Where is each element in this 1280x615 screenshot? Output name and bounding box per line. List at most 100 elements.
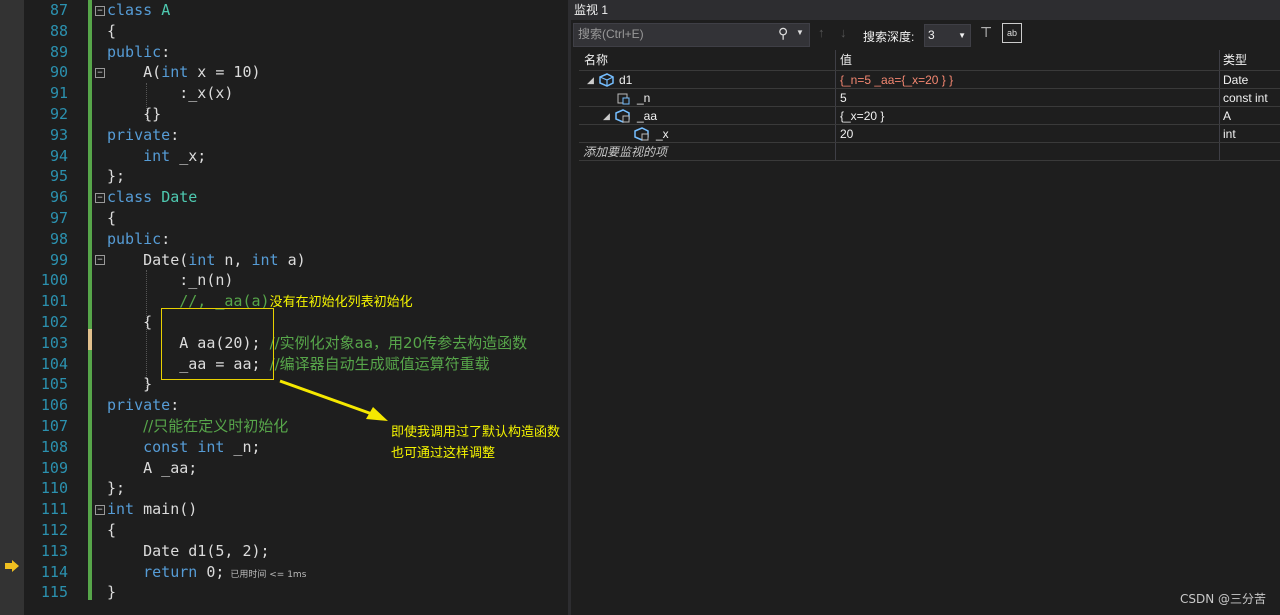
watch-type: Date bbox=[1223, 73, 1249, 87]
line-number: 87 bbox=[49, 1, 68, 19]
line-number: 95 bbox=[49, 167, 68, 186]
line-number: 102 bbox=[40, 312, 68, 331]
code-line: private: bbox=[107, 396, 180, 415]
watch-name: _x bbox=[656, 127, 669, 141]
code-line: } bbox=[107, 583, 117, 602]
code-line: { bbox=[107, 520, 117, 539]
collapse-triangle-icon[interactable]: ◢ bbox=[587, 71, 594, 89]
code-line: int _x; bbox=[143, 146, 207, 165]
watch-name: d1 bbox=[619, 73, 633, 87]
line-numbers: 87 88 89 90 91 92 93 94 95 96 97 98 99 1… bbox=[24, 0, 72, 603]
comment-text: //实例化对象aa，用20传参去构造函数 bbox=[269, 333, 528, 352]
code-line: {} bbox=[107, 104, 162, 123]
watch-type: int bbox=[1223, 127, 1236, 141]
collapse-icon[interactable]: − bbox=[95, 505, 105, 515]
watch-value[interactable]: 20 bbox=[840, 125, 853, 143]
object-field-icon bbox=[615, 109, 630, 123]
annotation-text: 没有在初始化列表初始化 bbox=[269, 295, 413, 311]
line-number: 100 bbox=[40, 271, 68, 290]
line-number: 91 bbox=[49, 84, 68, 103]
collapse-icon[interactable]: − bbox=[95, 68, 105, 78]
line-number: 107 bbox=[40, 416, 68, 435]
watch-type: A bbox=[1223, 109, 1232, 123]
code-line: A(int x = 10) bbox=[107, 63, 261, 82]
add-watch-placeholder[interactable]: 添加要监视的项 bbox=[583, 143, 667, 161]
code-line: class Date bbox=[107, 188, 198, 207]
search-depth-select[interactable]: 3 ▼ bbox=[924, 24, 971, 47]
object-icon bbox=[599, 73, 614, 87]
code-line: class A bbox=[107, 1, 171, 19]
search-icon[interactable]: ⚲ bbox=[778, 25, 788, 42]
code-line: public: bbox=[107, 229, 171, 248]
search-box: ⚲ ▼ bbox=[573, 23, 810, 47]
line-number: 104 bbox=[40, 354, 68, 373]
line-number: 93 bbox=[49, 125, 68, 144]
code-line: public: bbox=[107, 42, 171, 61]
modified-line-marker bbox=[88, 329, 92, 350]
line-number: 108 bbox=[40, 437, 68, 456]
comment-text: //只能在定义时初始化 bbox=[143, 416, 289, 435]
line-number: 99 bbox=[49, 250, 68, 269]
add-watch-row[interactable]: 添加要监视的项 bbox=[571, 143, 1280, 161]
code-line: { bbox=[107, 208, 117, 227]
line-number: 111 bbox=[40, 500, 68, 519]
line-number: 105 bbox=[40, 375, 68, 394]
line-number: 90 bbox=[49, 63, 68, 82]
watch-row[interactable]: ◢ _aa {_x=20 } A bbox=[571, 107, 1280, 125]
watermark: CSDN @三分苦 bbox=[1179, 592, 1266, 606]
collapse-icon[interactable]: − bbox=[95, 193, 105, 203]
arrow-up-icon[interactable]: ↑ bbox=[818, 25, 825, 40]
collapse-icon[interactable]: − bbox=[95, 255, 105, 265]
arrow-down-icon[interactable]: ↓ bbox=[840, 25, 847, 40]
column-header-value[interactable]: 值 bbox=[840, 51, 852, 69]
watch-row[interactable]: ◢ d1 {_n=5 _aa={_x=20 } } Date bbox=[571, 71, 1280, 89]
code-line: }; bbox=[107, 479, 126, 498]
line-number: 103 bbox=[40, 333, 68, 352]
line-number: 94 bbox=[49, 146, 68, 165]
column-header-name[interactable]: 名称 bbox=[584, 51, 608, 69]
code-line: :_x(x) bbox=[107, 84, 234, 103]
collapse-icon[interactable]: − bbox=[95, 6, 105, 16]
search-depth-value: 3 bbox=[928, 28, 935, 42]
line-number: 113 bbox=[40, 541, 68, 560]
search-depth-label: 搜索深度: bbox=[863, 30, 915, 44]
code-line: private: bbox=[107, 125, 180, 144]
watch-value[interactable]: 5 bbox=[840, 89, 847, 107]
code-line: return 0; 已用时间 <= 1ms bbox=[143, 562, 307, 581]
callout-line: 即使我调用过了默认构造函数 bbox=[391, 425, 561, 440]
line-number: 106 bbox=[40, 396, 68, 415]
watch-toolbar: ⚲ ▼ ↑ ↓ 搜索深度: 3 ▼ ⊤ ab bbox=[571, 22, 1280, 48]
field-lock-icon bbox=[617, 93, 630, 105]
code-line: int main() bbox=[107, 500, 198, 519]
column-header-type[interactable]: 类型 bbox=[1223, 51, 1247, 69]
chevron-down-icon: ▼ bbox=[958, 31, 966, 40]
watch-value[interactable]: {_x=20 } bbox=[840, 107, 884, 125]
code-text[interactable]: class A { public: A(int x = 10) :_x(x) {… bbox=[107, 0, 567, 603]
search-input[interactable] bbox=[574, 24, 772, 44]
watch-row[interactable]: _n 5 const int bbox=[571, 89, 1280, 107]
code-line: :_n(n) bbox=[107, 271, 234, 290]
pin-icon[interactable]: ⊤ bbox=[980, 24, 992, 41]
view-format-icon[interactable]: ab bbox=[1002, 23, 1022, 43]
comment-text: //编译器自动生成赋值运算符重载 bbox=[269, 354, 490, 373]
callout-note: 即使我调用过了默认构造函数 也可通过这样调整 bbox=[391, 422, 560, 464]
watch-value[interactable]: {_n=5 _aa={_x=20 } } bbox=[840, 71, 953, 89]
code-line: Date d1(5, 2); bbox=[107, 541, 270, 560]
watch-window: 监视 1 ⚲ ▼ ↑ ↓ 搜索深度: 3 ▼ ⊤ ab 名称 值 类型 ◢ d1… bbox=[571, 0, 1280, 615]
watch-title[interactable]: 监视 1 bbox=[571, 0, 1280, 20]
code-line: Date(int n, int a) bbox=[107, 250, 306, 269]
code-editor[interactable]: 87 88 89 90 91 92 93 94 95 96 97 98 99 1… bbox=[0, 0, 568, 615]
line-number: 92 bbox=[49, 104, 68, 123]
watch-row[interactable]: _x 20 int bbox=[571, 125, 1280, 143]
line-number: 114 bbox=[40, 562, 68, 581]
line-number: 115 bbox=[40, 583, 68, 602]
line-number: 96 bbox=[49, 188, 68, 207]
collapse-triangle-icon[interactable]: ◢ bbox=[603, 107, 610, 125]
chevron-down-icon[interactable]: ▼ bbox=[796, 28, 804, 37]
line-number: 88 bbox=[49, 21, 68, 40]
glyph-margin[interactable] bbox=[0, 0, 24, 615]
line-number: 110 bbox=[40, 479, 68, 498]
elapsed-time-hint: 已用时间 <= 1ms bbox=[230, 569, 307, 580]
change-tracking-bar bbox=[88, 0, 92, 600]
line-number: 109 bbox=[40, 458, 68, 477]
